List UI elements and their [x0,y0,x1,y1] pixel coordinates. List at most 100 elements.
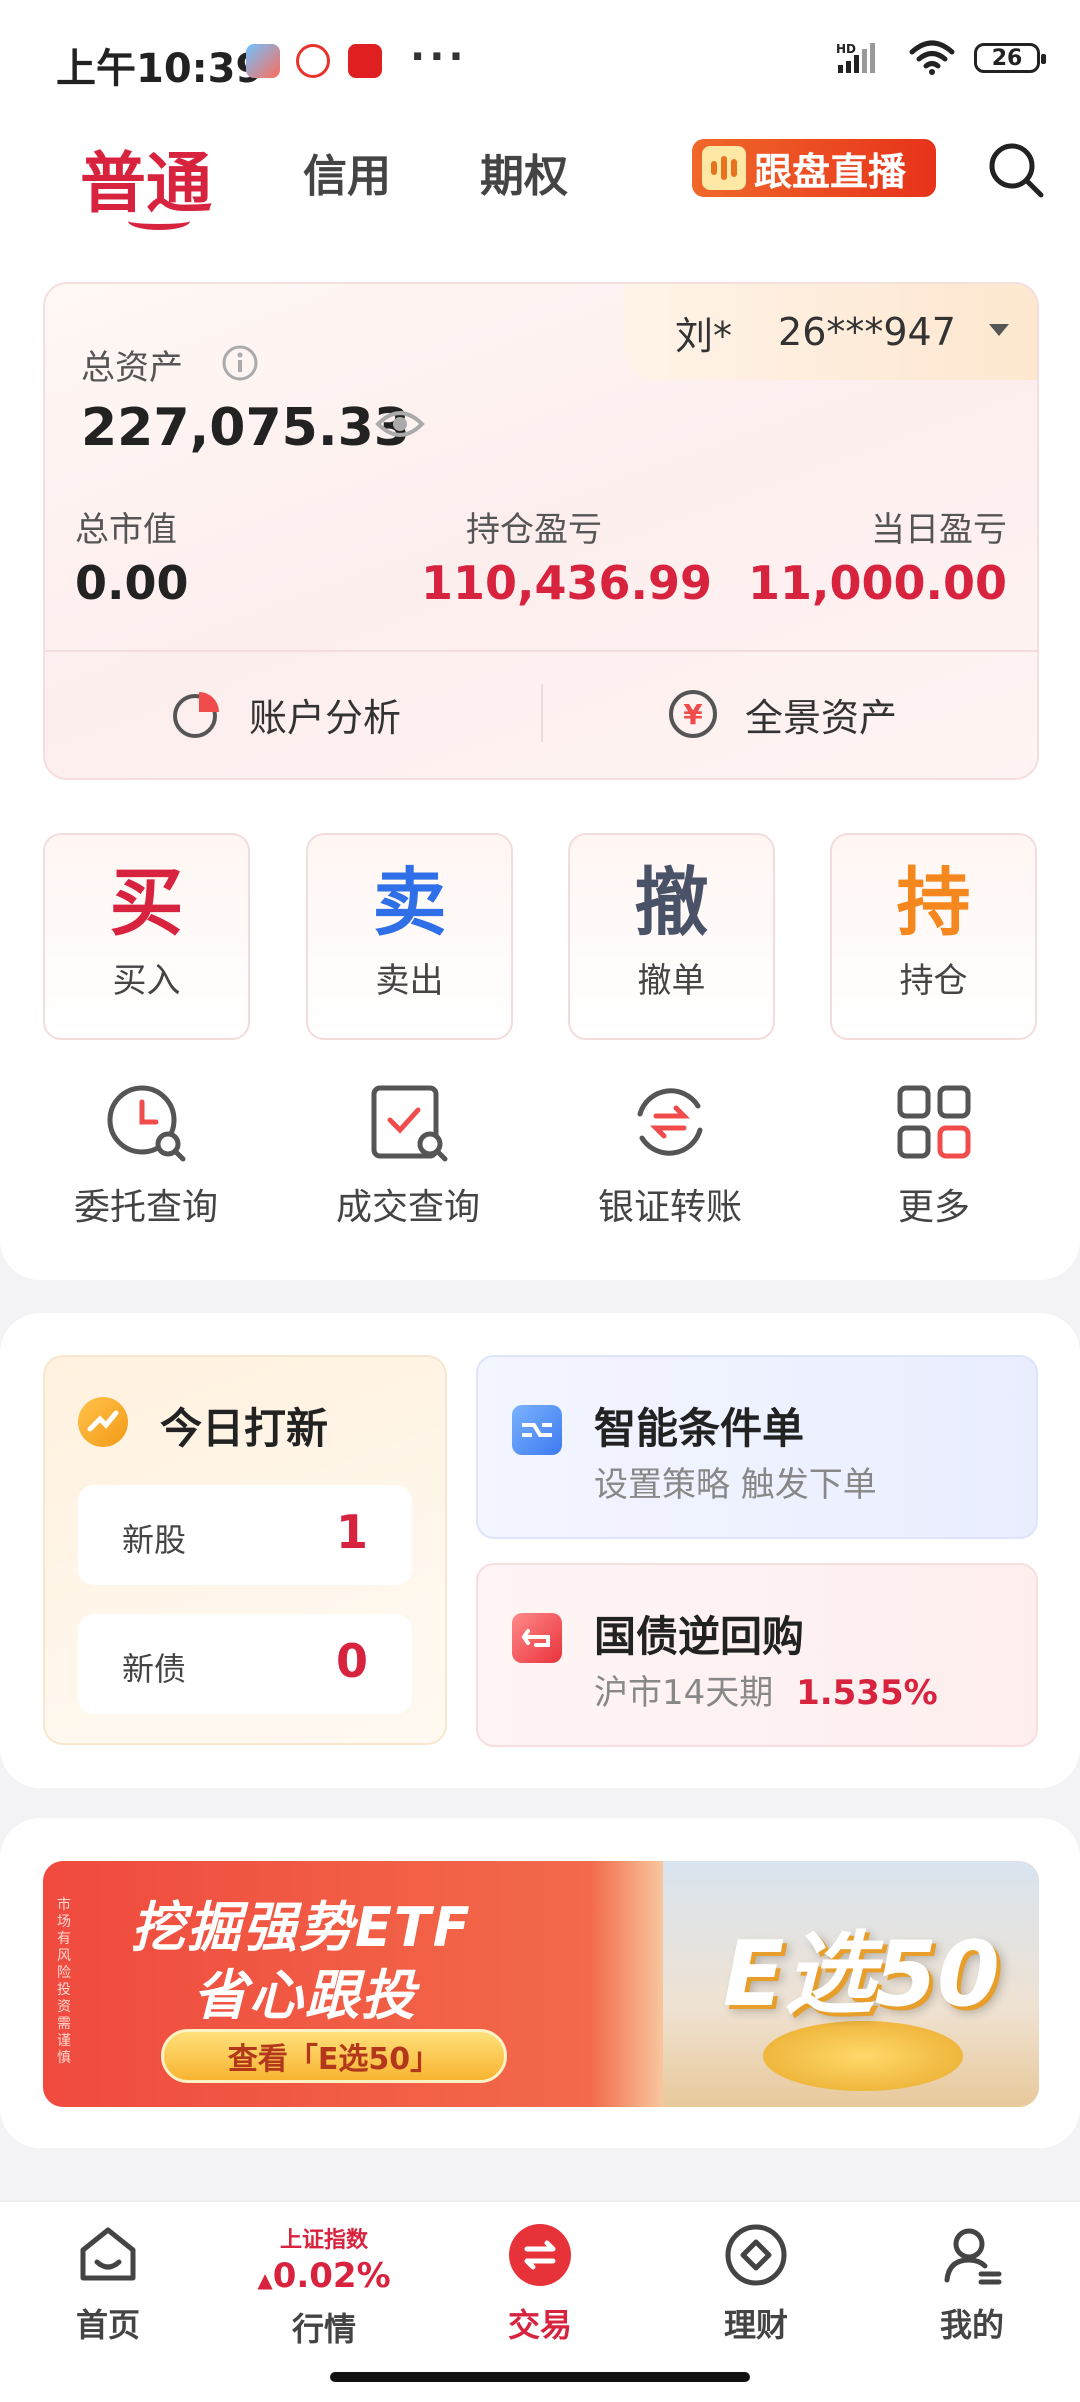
repo-term: 沪市14天期 [594,1673,774,1713]
eye-icon[interactable] [375,406,425,442]
more-button[interactable]: 更多 [834,1080,1034,1230]
status-right: HD 26 [836,40,1046,76]
feature-subtitle: 设置策略 触发下单 [594,1465,877,1505]
buy-button[interactable]: 买 买入 [43,833,250,1040]
holdings-label: 持仓 [899,961,968,1001]
wealth-icon [725,2224,787,2286]
market-value-label: 总市值 [75,510,177,550]
account-analysis-button[interactable]: 账户分析 [171,664,401,764]
svg-text:HD: HD [836,42,856,56]
panorama-assets-label: 全景资产 [745,695,898,740]
user-icon [944,2228,1002,2285]
nav-profile[interactable]: 我的 [902,2222,1042,2346]
order-query-label: 委托查询 [73,1187,218,1228]
grid-icon [897,1085,971,1159]
tab-options[interactable]: 期权 [480,140,568,204]
index-change-value: 0.02% [272,2256,391,2296]
position-pnl-label: 持仓盈亏 [466,510,602,550]
account-card: 刘* 26***947 总资产 227,075.33 总市值 0.00 持仓盈亏… [43,282,1039,780]
ipo-row-label: 新股 [122,1521,187,1559]
panorama-assets-button[interactable]: ¥ 全景资产 [667,664,897,764]
ipo-title: 今日打新 [160,1404,329,1453]
divider [45,650,1037,652]
home-icon [80,2227,136,2281]
nav-home[interactable]: 首页 [38,2222,178,2346]
order-query-button[interactable]: 委托查询 [46,1080,246,1230]
nav-label: 首页 [75,2306,140,2344]
feature-title: 智能条件单 [594,1404,805,1453]
live-broadcast-button[interactable]: 跟盘直播 [692,139,936,197]
ipo-row-bonds[interactable]: 新债 0 [78,1614,412,1714]
account-selector[interactable]: 刘* 26***947 [625,284,1037,380]
live-icon [702,146,746,190]
daily-pnl-label: 当日盈亏 [871,510,1007,550]
home-indicator[interactable] [330,2372,750,2382]
trade-query-label: 成交查询 [335,1187,480,1228]
status-time: 上午10:39 [56,46,264,92]
tab-credit[interactable]: 信用 [303,140,391,204]
ipo-icon [78,1397,128,1447]
app-notification-icon [348,44,382,78]
nav-label: 行情 [291,2310,356,2348]
buy-label: 买入 [112,961,181,1001]
sell-label: 卖出 [375,961,444,1001]
smart-condition-order-card[interactable]: 智能条件单 设置策略 触发下单 [476,1355,1038,1539]
account-analysis-label: 账户分析 [249,695,402,740]
signal-icon: HD [836,42,875,73]
nav-label: 我的 [939,2306,1004,2344]
banner-cta-button[interactable]: 查看「E选50」 [161,2029,507,2083]
etf-promo-banner[interactable]: 市场有风险 投资需谨慎 挖掘强势ETF 省心跟投 查看「E选50」 E选50 [43,1861,1039,2107]
pie-chart-icon [173,692,219,738]
buy-glyph: 买 [109,860,184,946]
index-name: 上证指数 [279,2228,368,2253]
treasury-reverse-repo-card[interactable]: 国债逆回购 沪市14天期 1.535% [476,1563,1038,1747]
svg-text:¥: ¥ [683,698,703,731]
wifi-icon [909,40,955,75]
sell-button[interactable]: 卖 卖出 [306,833,513,1040]
trade-icon [509,2224,571,2286]
condition-order-icon [512,1405,562,1455]
account-number: 26***947 [778,310,956,354]
trade-query-button[interactable]: 成交查询 [308,1080,508,1230]
clock-search-icon [107,1085,186,1162]
position-pnl-value: 110,436.99 [421,556,713,610]
feature-subtitle: 沪市14天期 1.535% [594,1665,938,1714]
transfer-icon [637,1088,703,1156]
daily-pnl-value: 11,000.00 [748,556,1007,610]
repo-icon [512,1613,562,1663]
banner-subheadline: 省心跟投 [193,1964,417,2027]
nav-wealth[interactable]: 理财 [686,2222,826,2346]
coins-illustration [763,2021,963,2091]
nav-market[interactable]: 上证指数 ▲0.02% 行情 [254,2222,394,2350]
yuan-icon: ¥ [669,690,717,738]
more-label: 更多 [897,1187,970,1228]
cancel-label: 撤单 [637,961,706,1001]
search-icon[interactable] [986,140,1046,200]
total-assets-label: 总资产 [81,348,183,388]
ipo-row-label: 新债 [122,1650,187,1688]
market-value: 0.00 [75,556,189,610]
info-icon[interactable] [221,344,259,382]
ipo-row-stocks[interactable]: 新股 1 [78,1485,412,1585]
holdings-glyph: 持 [896,860,971,946]
nav-trade[interactable]: 交易 [470,2222,610,2346]
account-user: 刘* [675,313,733,358]
ipo-row-value: 0 [335,1634,368,1688]
tab-active-indicator [128,212,190,230]
banner-brand: E选50 [723,1922,1000,2027]
bank-transfer-label: 银证转账 [597,1187,742,1228]
up-arrow-icon: ▲ [257,2268,273,2292]
cancel-order-button[interactable]: 撤 撤单 [568,833,775,1040]
cancel-glyph: 撤 [634,860,709,946]
live-label: 跟盘直播 [754,149,907,194]
divider [541,684,543,742]
feature-title: 国债逆回购 [594,1612,805,1661]
bank-transfer-button[interactable]: 银证转账 [570,1080,770,1230]
total-assets-value: 227,075.33 [81,398,410,458]
more-notifications-icon: ··· [410,34,468,80]
holdings-button[interactable]: 持 持仓 [830,833,1037,1040]
ipo-row-value: 1 [335,1505,368,1559]
sell-glyph: 卖 [372,860,447,946]
app-notification-icon [246,44,280,78]
repo-rate: 1.535% [796,1673,938,1713]
